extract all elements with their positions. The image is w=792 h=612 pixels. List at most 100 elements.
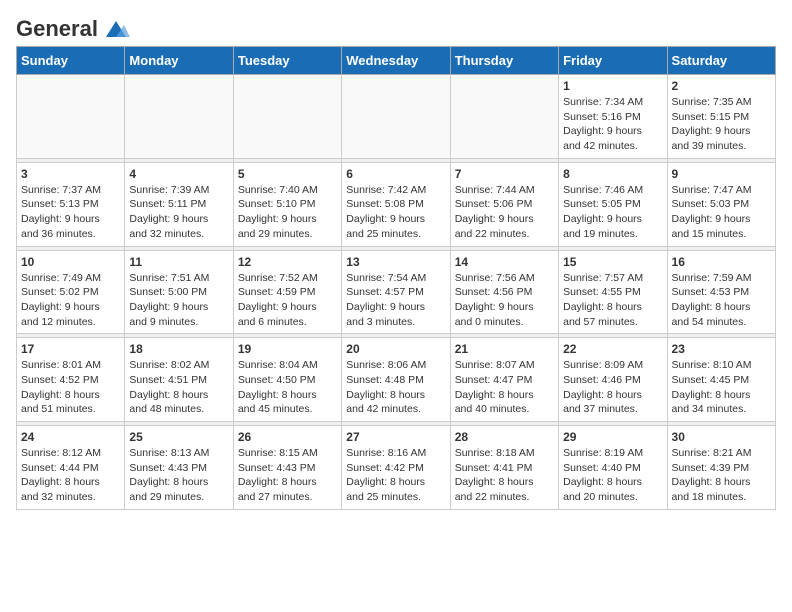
day-number-16: 16 [672, 255, 771, 269]
day-info-28: Sunrise: 8:18 AM Sunset: 4:41 PM Dayligh… [455, 446, 554, 505]
calendar-cell-9: 9 Sunrise: 7:47 AM Sunset: 5:03 PM Daylig… [667, 162, 775, 246]
day-info-15: Sunrise: 7:57 AM Sunset: 4:55 PM Dayligh… [563, 271, 662, 330]
weekday-header-thursday: Thursday [450, 47, 558, 75]
day-info-29: Sunrise: 8:19 AM Sunset: 4:40 PM Dayligh… [563, 446, 662, 505]
calendar-cell-13: 13 Sunrise: 7:54 AM Sunset: 4:57 PM Dayli… [342, 250, 450, 334]
calendar-cell-18: 18 Sunrise: 8:02 AM Sunset: 4:51 PM Dayli… [125, 338, 233, 422]
day-number-13: 13 [346, 255, 445, 269]
day-number-27: 27 [346, 430, 445, 444]
day-info-30: Sunrise: 8:21 AM Sunset: 4:39 PM Dayligh… [672, 446, 771, 505]
calendar-week-row-3: 10 Sunrise: 7:49 AM Sunset: 5:02 PM Dayli… [17, 250, 776, 334]
calendar-cell-empty [125, 75, 233, 159]
weekday-header-row: SundayMondayTuesdayWednesdayThursdayFrid… [17, 47, 776, 75]
calendar-cell-20: 20Sunrise: 8:06 AM Sunset: 4:48 PM Dayli… [342, 338, 450, 422]
day-number-6: 6 [346, 167, 445, 181]
logo-icon [102, 19, 130, 39]
calendar-cell-1: 1 Sunrise: 7:34 AM Sunset: 5:16 PM Daylig… [559, 75, 667, 159]
day-number-19: 19 [238, 342, 337, 356]
day-number-20: 20 [346, 342, 445, 356]
weekday-header-sunday: Sunday [17, 47, 125, 75]
day-info-27: Sunrise: 8:16 AM Sunset: 4:42 PM Dayligh… [346, 446, 445, 505]
calendar-cell-10: 10 Sunrise: 7:49 AM Sunset: 5:02 PM Dayli… [17, 250, 125, 334]
day-info-13: Sunrise: 7:54 AM Sunset: 4:57 PM Dayligh… [346, 271, 445, 330]
day-number-12: 12 [238, 255, 337, 269]
day-info-10: Sunrise: 7:49 AM Sunset: 5:02 PM Dayligh… [21, 271, 120, 330]
day-number-14: 14 [455, 255, 554, 269]
day-number-26: 26 [238, 430, 337, 444]
day-info-7: Sunrise: 7:44 AM Sunset: 5:06 PM Dayligh… [455, 183, 554, 242]
calendar-cell-6: 6 Sunrise: 7:42 AM Sunset: 5:08 PM Daylig… [342, 162, 450, 246]
calendar-cell-22: 22 Sunrise: 8:09 AM Sunset: 4:46 PM Dayli… [559, 338, 667, 422]
calendar-cell-28: 28Sunrise: 8:18 AM Sunset: 4:41 PM Dayli… [450, 426, 558, 510]
calendar-cell-3: 3 Sunrise: 7:37 AM Sunset: 5:13 PM Daylig… [17, 162, 125, 246]
day-number-9: 9 [672, 167, 771, 181]
day-number-22: 22 [563, 342, 662, 356]
day-number-21: 21 [455, 342, 554, 356]
day-number-11: 11 [129, 255, 228, 269]
day-info-9: Sunrise: 7:47 AM Sunset: 5:03 PM Dayligh… [672, 183, 771, 242]
day-number-18: 18 [129, 342, 228, 356]
day-number-3: 3 [21, 167, 120, 181]
weekday-header-saturday: Saturday [667, 47, 775, 75]
calendar-cell-16: 16Sunrise: 7:59 AM Sunset: 4:53 PM Dayli… [667, 250, 775, 334]
calendar-week-row-5: 24 Sunrise: 8:12 AM Sunset: 4:44 PM Dayli… [17, 426, 776, 510]
calendar-week-row-2: 3 Sunrise: 7:37 AM Sunset: 5:13 PM Daylig… [17, 162, 776, 246]
calendar-cell-24: 24 Sunrise: 8:12 AM Sunset: 4:44 PM Dayli… [17, 426, 125, 510]
calendar-cell-14: 14 Sunrise: 7:56 AM Sunset: 4:56 PM Dayli… [450, 250, 558, 334]
calendar-cell-26: 26 Sunrise: 8:15 AM Sunset: 4:43 PM Dayli… [233, 426, 341, 510]
calendar-cell-15: 15 Sunrise: 7:57 AM Sunset: 4:55 PM Dayli… [559, 250, 667, 334]
day-number-23: 23 [672, 342, 771, 356]
day-number-8: 8 [563, 167, 662, 181]
calendar-week-row-4: 17 Sunrise: 8:01 AM Sunset: 4:52 PM Dayli… [17, 338, 776, 422]
logo-text-general: General [16, 16, 98, 42]
calendar-cell-5: 5Sunrise: 7:40 AM Sunset: 5:10 PM Daylig… [233, 162, 341, 246]
day-info-6: Sunrise: 7:42 AM Sunset: 5:08 PM Dayligh… [346, 183, 445, 242]
calendar-cell-19: 19 Sunrise: 8:04 AM Sunset: 4:50 PM Dayli… [233, 338, 341, 422]
day-info-12: Sunrise: 7:52 AM Sunset: 4:59 PM Dayligh… [238, 271, 337, 330]
weekday-header-friday: Friday [559, 47, 667, 75]
calendar-table: SundayMondayTuesdayWednesdayThursdayFrid… [16, 46, 776, 510]
calendar-cell-empty [233, 75, 341, 159]
calendar-cell-23: 23 Sunrise: 8:10 AM Sunset: 4:45 PM Dayli… [667, 338, 775, 422]
day-number-5: 5 [238, 167, 337, 181]
calendar-cell-4: 4 Sunrise: 7:39 AM Sunset: 5:11 PM Daylig… [125, 162, 233, 246]
calendar-cell-27: 27 Sunrise: 8:16 AM Sunset: 4:42 PM Dayli… [342, 426, 450, 510]
day-info-21: Sunrise: 8:07 AM Sunset: 4:47 PM Dayligh… [455, 358, 554, 417]
day-info-18: Sunrise: 8:02 AM Sunset: 4:51 PM Dayligh… [129, 358, 228, 417]
day-info-26: Sunrise: 8:15 AM Sunset: 4:43 PM Dayligh… [238, 446, 337, 505]
calendar-cell-8: 8 Sunrise: 7:46 AM Sunset: 5:05 PM Daylig… [559, 162, 667, 246]
day-info-19: Sunrise: 8:04 AM Sunset: 4:50 PM Dayligh… [238, 358, 337, 417]
day-number-17: 17 [21, 342, 120, 356]
day-info-24: Sunrise: 8:12 AM Sunset: 4:44 PM Dayligh… [21, 446, 120, 505]
page-header: General [16, 16, 776, 38]
calendar-cell-empty [17, 75, 125, 159]
weekday-header-wednesday: Wednesday [342, 47, 450, 75]
day-number-15: 15 [563, 255, 662, 269]
calendar-cell-17: 17 Sunrise: 8:01 AM Sunset: 4:52 PM Dayli… [17, 338, 125, 422]
day-info-22: Sunrise: 8:09 AM Sunset: 4:46 PM Dayligh… [563, 358, 662, 417]
calendar-cell-2: 2Sunrise: 7:35 AM Sunset: 5:15 PM Daylig… [667, 75, 775, 159]
day-info-1: Sunrise: 7:34 AM Sunset: 5:16 PM Dayligh… [563, 95, 662, 154]
day-number-29: 29 [563, 430, 662, 444]
day-info-14: Sunrise: 7:56 AM Sunset: 4:56 PM Dayligh… [455, 271, 554, 330]
calendar-cell-empty [450, 75, 558, 159]
day-number-30: 30 [672, 430, 771, 444]
calendar-cell-30: 30 Sunrise: 8:21 AM Sunset: 4:39 PM Dayli… [667, 426, 775, 510]
weekday-header-tuesday: Tuesday [233, 47, 341, 75]
day-info-2: Sunrise: 7:35 AM Sunset: 5:15 PM Dayligh… [672, 95, 771, 154]
day-number-7: 7 [455, 167, 554, 181]
calendar-cell-empty [342, 75, 450, 159]
day-info-25: Sunrise: 8:13 AM Sunset: 4:43 PM Dayligh… [129, 446, 228, 505]
day-number-4: 4 [129, 167, 228, 181]
day-info-4: Sunrise: 7:39 AM Sunset: 5:11 PM Dayligh… [129, 183, 228, 242]
day-number-25: 25 [129, 430, 228, 444]
day-info-8: Sunrise: 7:46 AM Sunset: 5:05 PM Dayligh… [563, 183, 662, 242]
day-number-1: 1 [563, 79, 662, 93]
day-info-23: Sunrise: 8:10 AM Sunset: 4:45 PM Dayligh… [672, 358, 771, 417]
calendar-cell-21: 21 Sunrise: 8:07 AM Sunset: 4:47 PM Dayli… [450, 338, 558, 422]
logo: General [16, 16, 130, 38]
day-info-3: Sunrise: 7:37 AM Sunset: 5:13 PM Dayligh… [21, 183, 120, 242]
day-number-10: 10 [21, 255, 120, 269]
day-number-24: 24 [21, 430, 120, 444]
day-info-17: Sunrise: 8:01 AM Sunset: 4:52 PM Dayligh… [21, 358, 120, 417]
